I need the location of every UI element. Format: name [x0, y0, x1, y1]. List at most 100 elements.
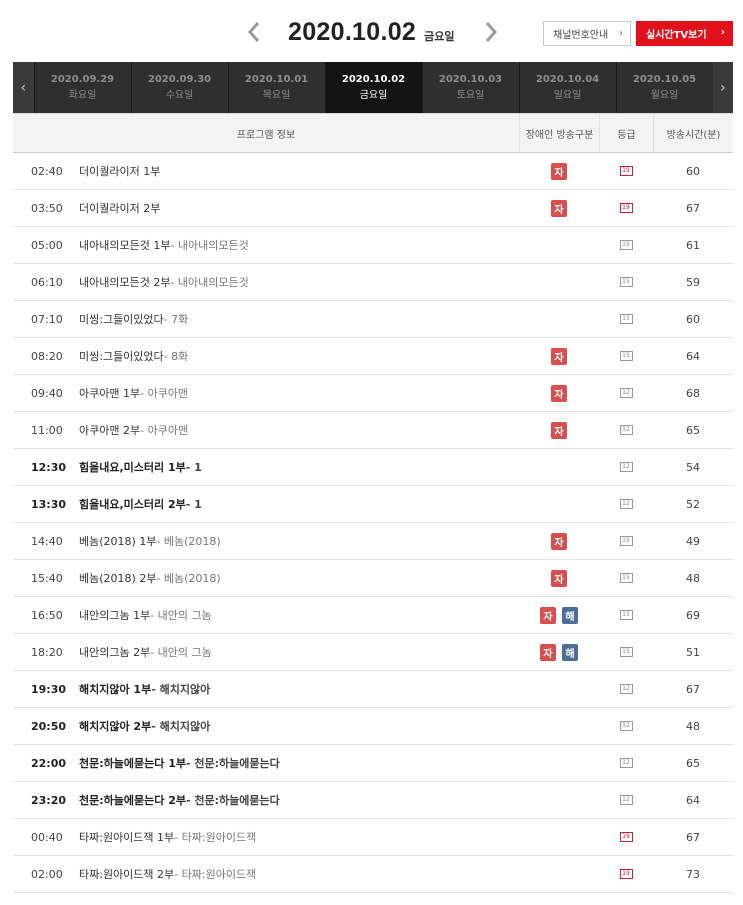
program-title[interactable]: 더이퀄라이저 1부	[79, 163, 160, 179]
program-time: 20:50	[31, 719, 67, 733]
program-title[interactable]: 더이퀄라이저 2부	[79, 200, 160, 216]
program-title[interactable]: 베놈(2018) 1부	[79, 533, 156, 549]
program-title-cell: 내아내의모든것 1부 - 내아내의모든것	[79, 227, 519, 263]
schedule-table: 프로그램 정보 장애인 방송구분 등급 방송시간(분) 02:40 더이퀄라이저 …	[13, 113, 733, 893]
day-tab[interactable]: 2020.10.04 일요일	[518, 62, 616, 113]
day-tabs: 2020.09.29 화요일 2020.09.30 수요일 2020.10.01 목요일 2…	[33, 62, 713, 113]
prev-week-arrow-icon[interactable]: ‹	[13, 62, 34, 113]
table-row[interactable]: 18:20 내안의그놈 2부 - 내안의 그놈 자 해 15 51	[13, 634, 733, 671]
program-duration: 65	[686, 756, 700, 770]
table-row[interactable]: 02:40 더이퀄라이저 1부 자 19 60	[13, 153, 733, 190]
grade-cell: 12	[599, 412, 653, 448]
table-row[interactable]: 13:30 힘을내요,미스터리 2부 - 1 12 52	[13, 486, 733, 523]
header-accessibility: 장애인 방송구분	[519, 114, 599, 152]
next-week-arrow-icon[interactable]: ›	[712, 62, 733, 113]
program-time: 06:10	[31, 275, 63, 289]
table-row[interactable]: 06:10 내아내의모든것 2부 - 내아내의모든것 15 59	[13, 264, 733, 301]
accessibility-cell: 자	[519, 523, 599, 559]
program-time: 11:00	[31, 423, 63, 437]
day-tab[interactable]: 2020.09.29 화요일	[33, 62, 131, 113]
table-row[interactable]: 03:50 더이퀄라이저 2부 자 19 67	[13, 190, 733, 227]
day-tab-date: 2020.10.05	[632, 74, 697, 85]
table-row[interactable]: 00:40 타짜:원아이드잭 1부 - 타짜:원아이드잭 19 67	[13, 819, 733, 856]
program-time: 19:30	[31, 682, 67, 696]
day-tab-weekday: 금요일	[359, 90, 388, 101]
program-title[interactable]: 천문:하늘에묻는다 1부	[79, 755, 186, 771]
table-row[interactable]: 19:30 해치지않아 1부 - 해치지않아 12 67	[13, 671, 733, 708]
table-row[interactable]: 20:50 해치지않아 2부 - 해치지않아 12 48	[13, 708, 733, 745]
grade-cell: 15	[599, 523, 653, 559]
program-title[interactable]: 천문:하늘에묻는다 2부	[79, 792, 186, 808]
program-time: 14:40	[31, 534, 63, 548]
accessibility-cell: 자해	[519, 634, 599, 670]
program-episode: - 1	[185, 460, 202, 474]
program-title[interactable]: 해치지않아 1부	[79, 681, 151, 697]
table-row[interactable]: 15:40 베놈(2018) 2부 - 베놈(2018) 자 15 48	[13, 560, 733, 597]
program-title[interactable]: 미씽:그들이있었다	[79, 311, 164, 327]
program-title-cell: 더이퀄라이저 1부	[79, 153, 519, 189]
program-title[interactable]: 힘을내요,미스터리 2부	[79, 496, 186, 512]
program-title[interactable]: 힘을내요,미스터리 1부	[79, 459, 186, 475]
program-time: 16:50	[31, 608, 63, 622]
program-title[interactable]: 타짜:원아이드잭 2부	[79, 866, 174, 882]
grade-cell: 12	[599, 708, 653, 744]
channel-guide-button[interactable]: 채널번호안내 ›	[543, 21, 631, 46]
accessibility-cell	[519, 486, 599, 522]
program-title[interactable]: 베놈(2018) 2부	[79, 570, 156, 586]
prev-date-arrow-icon[interactable]	[240, 14, 268, 50]
table-header: 프로그램 정보 장애인 방송구분 등급 방송시간(분)	[13, 113, 733, 153]
day-tab-weekday: 수요일	[165, 90, 194, 101]
table-row[interactable]: 11:00 아쿠아맨 2부 - 아쿠아맨 자 12 65	[13, 412, 733, 449]
program-title[interactable]: 아쿠아맨 2부	[79, 422, 140, 438]
program-title[interactable]: 내안의그놈 1부	[79, 607, 150, 623]
program-title[interactable]: 미씽:그들이있었다	[79, 348, 164, 364]
grade-cell: 15	[599, 227, 653, 263]
table-row[interactable]: 08:20 미씽:그들이있었다 - 8화 자 15 64	[13, 338, 733, 375]
age-rating-icon: 12	[619, 388, 633, 398]
table-row[interactable]: 22:00 천문:하늘에묻는다 1부 - 천문:하늘에묻는다 12 65	[13, 745, 733, 782]
grade-cell: 19	[599, 819, 653, 855]
accessibility-cell	[519, 782, 599, 818]
day-tab-weekday: 화요일	[68, 90, 97, 101]
table-row[interactable]: 02:00 타짜:원아이드잭 2부 - 타짜:원아이드잭 19 73	[13, 856, 733, 893]
program-title[interactable]: 타짜:원아이드잭 1부	[79, 829, 174, 845]
table-row[interactable]: 23:20 천문:하늘에묻는다 2부 - 천문:하늘에묻는다 12 64	[13, 782, 733, 819]
day-tab[interactable]: 2020.10.02 금요일	[324, 62, 422, 113]
program-title[interactable]: 내아내의모든것 1부	[79, 237, 170, 253]
program-title-cell: 미씽:그들이있었다 - 7화	[79, 301, 519, 337]
program-title-cell: 아쿠아맨 2부 - 아쿠아맨	[79, 412, 519, 448]
day-tab[interactable]: 2020.10.03 토요일	[421, 62, 519, 113]
program-title[interactable]: 내아내의모든것 2부	[79, 274, 170, 290]
table-row[interactable]: 05:00 내아내의모든것 1부 - 내아내의모든것 15 61	[13, 227, 733, 264]
program-title-cell: 내안의그놈 1부 - 내안의 그놈	[79, 597, 519, 633]
program-title-cell: 해치지않아 1부 - 해치지않아	[79, 671, 519, 707]
table-row[interactable]: 12:30 힘을내요,미스터리 1부 - 1 12 54	[13, 449, 733, 486]
program-title[interactable]: 해치지않아 2부	[79, 718, 151, 734]
table-row[interactable]: 09:40 아쿠아맨 1부 - 아쿠아맨 자 12 68	[13, 375, 733, 412]
accessibility-cell: 자	[519, 190, 599, 226]
grade-cell: 15	[599, 560, 653, 596]
table-row[interactable]: 14:40 베놈(2018) 1부 - 베놈(2018) 자 15 49	[13, 523, 733, 560]
program-episode: - 내안의 그놈	[150, 609, 212, 622]
grade-cell: 19	[599, 856, 653, 892]
day-tab[interactable]: 2020.09.30 수요일	[130, 62, 228, 113]
live-tv-button[interactable]: 실시간TV보기 ›	[636, 21, 733, 46]
day-tab-date: 2020.10.01	[244, 74, 309, 85]
program-time: 15:40	[31, 571, 63, 585]
day-tab-weekday: 일요일	[553, 90, 582, 101]
program-title[interactable]: 아쿠아맨 1부	[79, 385, 140, 401]
next-date-arrow-icon[interactable]	[477, 14, 505, 50]
day-tab-weekday: 토요일	[456, 90, 485, 101]
grade-cell: 12	[599, 745, 653, 781]
table-row[interactable]: 07:10 미씽:그들이있었다 - 7화 15 60	[13, 301, 733, 338]
day-tab[interactable]: 2020.10.01 목요일	[227, 62, 325, 113]
day-tab[interactable]: 2020.10.05 월요일	[615, 62, 713, 113]
grade-cell: 19	[599, 190, 653, 226]
table-row[interactable]: 16:50 내안의그놈 1부 - 내안의 그놈 자 해 15 69	[13, 597, 733, 634]
age-rating-icon: 12	[619, 499, 633, 509]
header-program: 프로그램 정보	[236, 129, 296, 141]
age-rating-icon: 12	[619, 795, 633, 805]
accessibility-cell	[519, 856, 599, 892]
live-tv-label: 실시간TV보기	[646, 30, 707, 41]
program-title[interactable]: 내안의그놈 2부	[79, 644, 150, 660]
